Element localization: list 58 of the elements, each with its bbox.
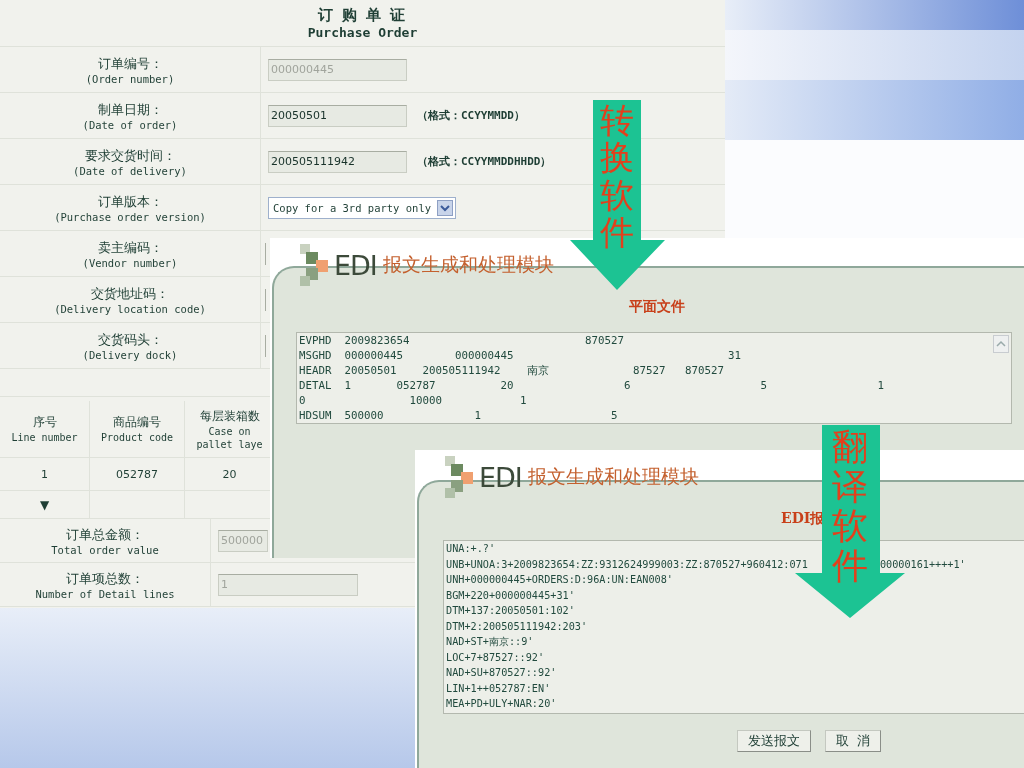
scroll-up-icon[interactable] xyxy=(993,335,1009,353)
file-line: HEADR 20050501 200505111942 南京 87527 870527 xyxy=(298,363,725,378)
edi-line-text: 00000161++++1' xyxy=(879,557,966,572)
field-label: 交货地址码： xyxy=(91,284,169,303)
edi-line-text: DTM+2:200505111942:203' xyxy=(446,619,588,634)
input-field[interactable]: 200505111942 xyxy=(268,150,407,173)
module-title: 报文生成和处理模块 xyxy=(527,464,699,489)
edi-line-text: LIN+1++052787:EN' xyxy=(446,681,551,696)
field-label-en: (Delivery dock) xyxy=(82,348,178,361)
edi-line-text: MEA+PD+ULY+NAR:20' xyxy=(446,697,557,711)
version-dropdown[interactable]: Copy for a 3rd party only xyxy=(268,196,457,219)
file-line: EVPHD 2009823654 870527 xyxy=(298,333,624,348)
edi-line-text: UNB+UNOA:3+2009823654:ZZ:9312624999003:ZZ:870527+960412:071 xyxy=(446,557,808,572)
arrow-label: 翻译软件 xyxy=(832,427,868,586)
field-label-en: (Vendor number) xyxy=(82,256,178,269)
edi-line-text: DTM+137:20050501:102' xyxy=(446,604,575,618)
total-label: 订单项总数： xyxy=(66,569,144,588)
form-subtitle: Purchase Order xyxy=(307,25,418,40)
field-label: 制单日期： xyxy=(97,100,163,119)
logo-text: EDI xyxy=(334,249,377,281)
edi-line-text: LOC+7+87527::92' xyxy=(446,650,545,665)
module-title: 报文生成和处理模块 xyxy=(382,252,554,277)
total-label-en: Total order value xyxy=(51,543,159,556)
edi-line-text: NAD+SU+870527::92' xyxy=(446,666,557,680)
format-hint: （格式：CCYYMMDD） xyxy=(417,108,525,123)
column-header: 商品编号 Product code xyxy=(90,401,185,458)
file-line: DETAL 1 052787 20 6 5 1 xyxy=(298,378,885,393)
file-line: MSGHD 000000445 000000445 31 xyxy=(298,348,742,363)
total-label-en: Number of Detail lines xyxy=(35,587,175,600)
format-hint: （格式：CCYYMMDDHHDD） xyxy=(417,154,552,169)
file-line: HDSUM 500000 1 5 xyxy=(298,408,618,423)
field-label: 交货码头： xyxy=(97,330,163,349)
form-title: 订 购 单 证 xyxy=(317,6,408,25)
edi-line-text: UNA:+.?' xyxy=(446,542,496,556)
field-label: 要求交货时间： xyxy=(84,146,176,165)
arrow-label: 转换软件 xyxy=(600,102,634,252)
field-label-en: (Delivery location code) xyxy=(54,302,206,315)
edi-line-text: BGM+220+000000445+31' xyxy=(446,588,575,603)
edi-line-text: UNH+000000445+ORDERS:D:96A:UN:EAN008' xyxy=(446,573,673,587)
field-label: 卖主编码： xyxy=(97,238,163,257)
table-cell: 1 xyxy=(0,458,90,491)
text-area[interactable]: EVPHD 2009823654 870527 MSGHD 000000445 000000445 31 HEADR 20050501 200505111942 南京 87527 870527 DETAL 1 052787 20 6 5 1 0 10000 1 HDSUM 500000 1 5 xyxy=(296,332,1012,424)
dialog-button[interactable]: 取 消 xyxy=(825,730,882,752)
field-label-en: (Date of order) xyxy=(82,118,178,131)
panel-heading: 平面文件 xyxy=(629,298,685,316)
dialog-button[interactable]: 发送报文 xyxy=(737,730,811,752)
input-field[interactable]: 20050501 xyxy=(268,104,407,127)
file-line: 0 10000 1 xyxy=(298,393,527,408)
field-label-en: (Purchase order version) xyxy=(54,210,206,223)
field-label: 订单版本： xyxy=(97,192,163,211)
field-label: 订单编号： xyxy=(97,54,163,73)
field-label-en: (Date of delivery) xyxy=(73,164,187,177)
edi-line-text: NAD+ST+南京::9' xyxy=(446,635,534,649)
field-label-en: (Order number) xyxy=(85,72,175,85)
dropdown-icon xyxy=(437,199,454,216)
total-label: 订单总金额： xyxy=(66,525,144,544)
table-cell: 052787 xyxy=(90,458,185,491)
column-header: 序号 Line number xyxy=(0,401,90,458)
